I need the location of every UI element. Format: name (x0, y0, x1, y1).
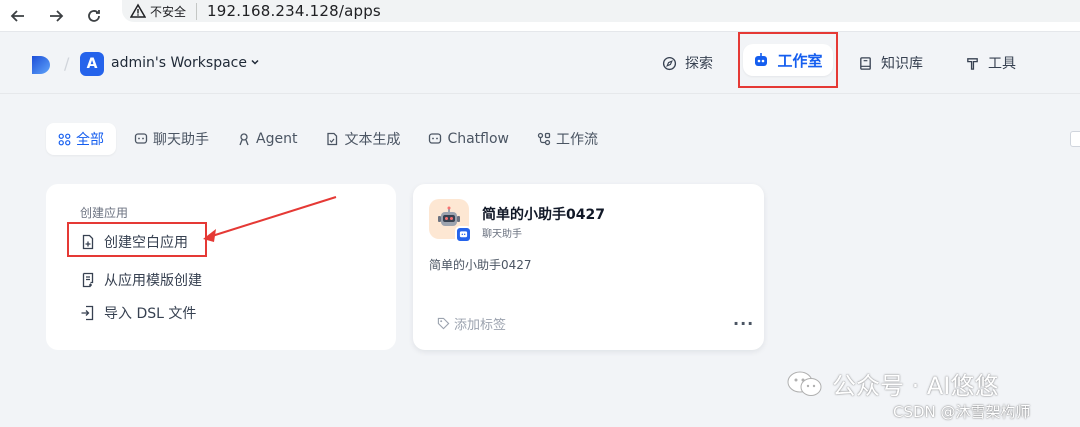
create-app-title: 创建应用 (80, 206, 129, 220)
tab-chatbot-label: 聊天助手 (153, 132, 209, 148)
nav-explore-label: 探索 (685, 56, 713, 72)
app-description: 简单的小助手0427 (429, 258, 532, 272)
add-tag-button[interactable]: 添加标签 (437, 314, 506, 333)
nav-tools-label: 工具 (988, 56, 1016, 72)
agent-icon (237, 132, 251, 146)
workspace-switcher[interactable]: admin's Workspace (111, 55, 260, 71)
tab-chatflow[interactable]: Chatflow (418, 123, 519, 155)
tab-text-generation-label: 文本生成 (344, 132, 401, 148)
reload-icon[interactable] (78, 0, 110, 32)
dify-logo-icon[interactable] (30, 54, 52, 76)
workspace-name: admin's Workspace (111, 55, 247, 71)
chat-bubble-icon (134, 132, 148, 146)
robot-icon (753, 52, 769, 68)
warning-triangle-icon[interactable] (130, 3, 146, 19)
wechat-watermark: 公众号 · AI悠悠 (786, 366, 998, 401)
create-from-template-button[interactable]: 从应用模版创建 (80, 270, 202, 290)
document-icon (325, 132, 339, 146)
add-tag-label: 添加标签 (454, 318, 507, 333)
wechat-watermark-text: 公众号 · AI悠悠 (832, 372, 999, 400)
nav-studio-label: 工作室 (777, 51, 823, 70)
workflow-icon (537, 132, 551, 146)
chatflow-icon (428, 132, 442, 146)
nav-knowledge-label: 知识库 (881, 56, 923, 72)
create-app-card: 创建应用 创建空白应用 从应用模版创建 导入 DSL 文件 (46, 184, 396, 350)
tab-agent-label: Agent (256, 131, 298, 147)
template-icon (80, 272, 96, 288)
nav-knowledge[interactable]: 知识库 (858, 47, 923, 79)
wechat-icon (786, 369, 824, 399)
nav-explore[interactable]: 探索 (662, 47, 713, 79)
arrow-right-icon[interactable] (40, 0, 72, 32)
tag-icon (437, 317, 450, 330)
filter-checkbox[interactable] (1070, 131, 1080, 147)
import-icon (80, 305, 96, 321)
grid-icon (58, 133, 71, 146)
app-card[interactable]: 简单的小助手0427 聊天助手 简单的小助手0427 添加标签 ··· (413, 184, 764, 350)
tab-text-generation[interactable]: 文本生成 (315, 123, 410, 155)
tab-workflow[interactable]: 工作流 (527, 123, 608, 155)
arrow-left-icon[interactable] (2, 0, 34, 32)
hammer-icon (965, 56, 980, 71)
chatbot-badge-icon (455, 226, 472, 243)
nav-studio[interactable]: 工作室 (738, 32, 838, 88)
address-bar[interactable]: 不安全 192.168.234.128/apps (122, 0, 1080, 22)
chevron-down-icon (250, 57, 260, 70)
workspace-avatar[interactable]: A (80, 52, 104, 76)
url-text[interactable]: 192.168.234.128/apps (207, 2, 381, 20)
more-options-button[interactable]: ··· (733, 314, 754, 333)
create-from-template-label: 从应用模版创建 (104, 273, 202, 289)
compass-icon (662, 56, 677, 71)
tab-agent[interactable]: Agent (227, 123, 307, 155)
tab-all[interactable]: 全部 (46, 123, 116, 155)
tab-all-label: 全部 (76, 132, 104, 148)
tab-chatflow-label: Chatflow (447, 131, 510, 147)
annotation-highlight-box (67, 222, 207, 257)
book-icon (858, 56, 873, 71)
nav-studio-active-pill[interactable]: 工作室 (743, 44, 833, 76)
breadcrumb-separator: / (64, 54, 70, 73)
nav-tools[interactable]: 工具 (965, 47, 1016, 79)
csdn-watermark: CSDN @沐雪架构师 (893, 403, 1031, 421)
app-name: 简单的小助手0427 (482, 207, 605, 223)
app-type: 聊天助手 (482, 229, 522, 240)
browser-toolbar: 不安全 192.168.234.128/apps (0, 0, 1080, 32)
tab-workflow-label: 工作流 (556, 132, 599, 148)
app-header: / A admin's Workspace 探索 工作室 知识库 工具 (0, 32, 1080, 94)
import-dsl-button[interactable]: 导入 DSL 文件 (80, 303, 196, 323)
insecure-label[interactable]: 不安全 (150, 2, 198, 20)
import-dsl-label: 导入 DSL 文件 (104, 306, 197, 322)
app-type-filter: 全部 聊天助手 Agent 文本生成 Chatflow 工作流 (46, 123, 616, 155)
tab-chatbot[interactable]: 聊天助手 (124, 123, 219, 155)
